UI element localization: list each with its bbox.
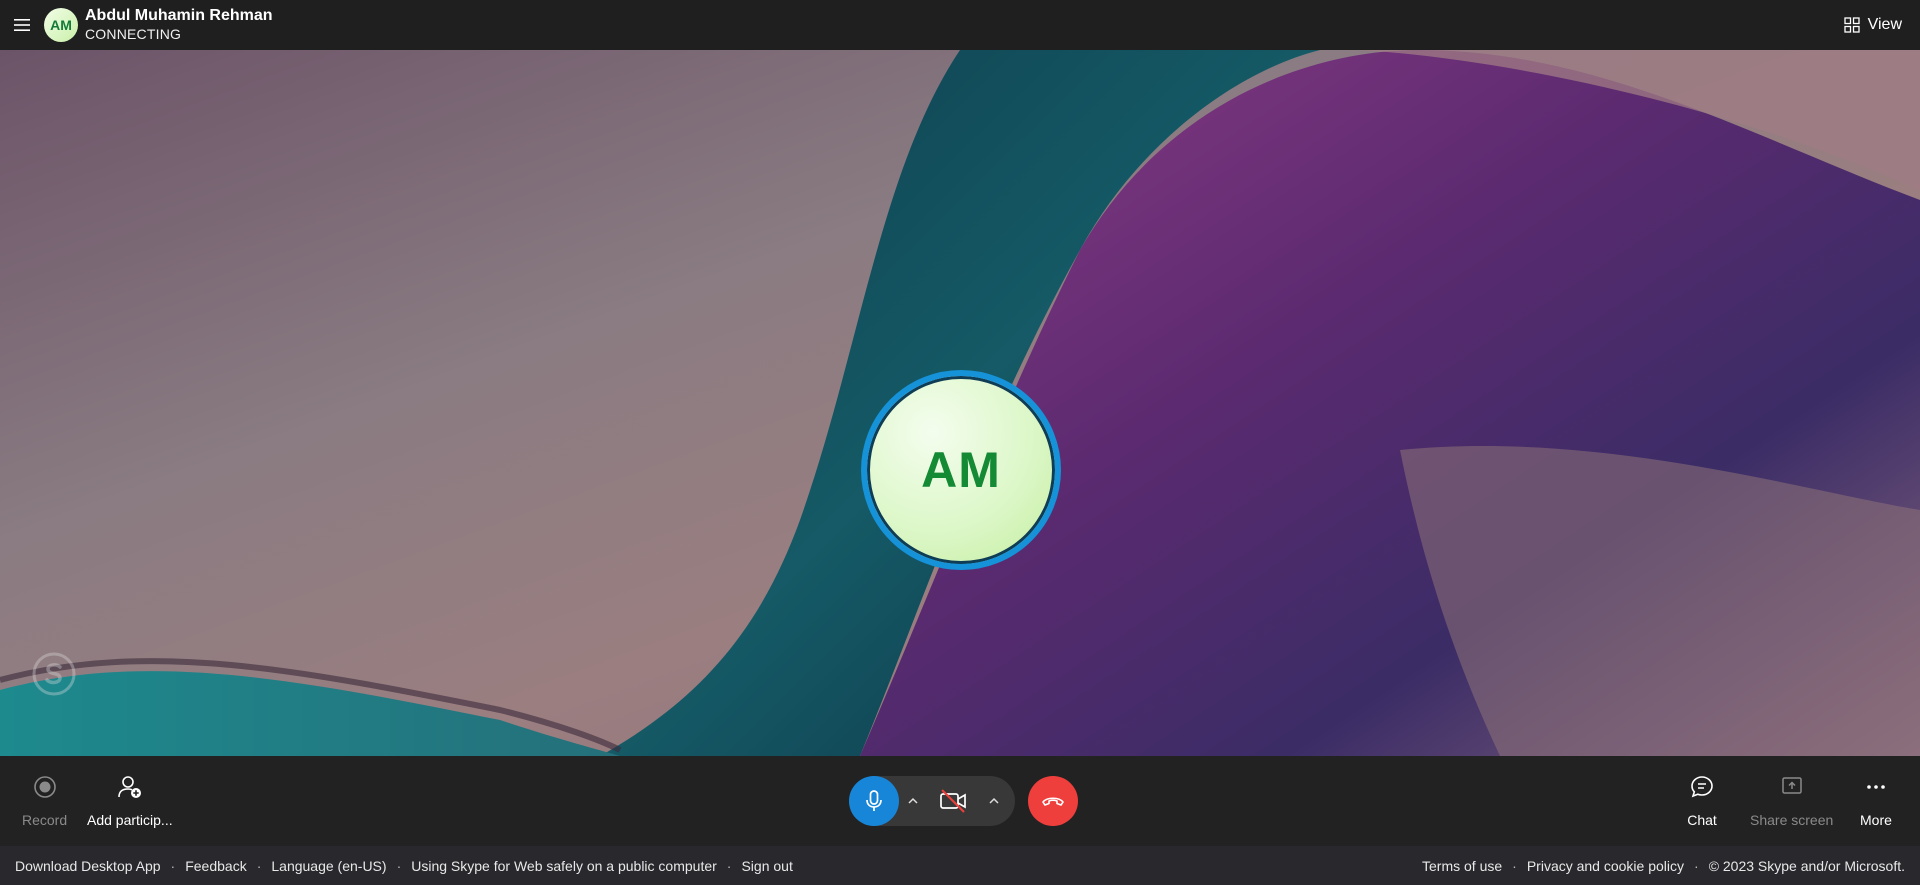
call-status: CONNECTING xyxy=(85,26,182,42)
separator: · xyxy=(726,857,732,874)
call-controls: Record Add particip... Chat Share screen… xyxy=(0,756,1920,846)
record-icon xyxy=(33,776,56,798)
separator: · xyxy=(1512,857,1517,874)
more-button[interactable]: More xyxy=(1860,772,1892,828)
add-participants-button[interactable]: Add particip... xyxy=(87,772,173,828)
microphone-icon xyxy=(866,790,882,811)
menu-button[interactable] xyxy=(0,0,44,50)
chat-icon xyxy=(1691,776,1713,798)
end-call-button[interactable] xyxy=(1028,776,1078,826)
separator: · xyxy=(396,857,402,874)
chevron-up-icon xyxy=(989,797,999,804)
microphone-button[interactable] xyxy=(849,776,899,826)
privacy-link[interactable]: Privacy and cookie policy xyxy=(1527,858,1684,874)
chevron-up-icon xyxy=(908,797,918,804)
separator: · xyxy=(256,857,262,874)
add-participants-label: Add particip... xyxy=(87,812,173,828)
video-options-button[interactable] xyxy=(982,776,1006,826)
footer-left-links: Download Desktop App · Feedback · Langua… xyxy=(15,858,793,874)
participant-initials: AM xyxy=(921,442,1001,498)
chat-label: Chat xyxy=(1687,812,1717,828)
avatar[interactable]: AM xyxy=(44,8,78,42)
separator: · xyxy=(170,857,176,874)
language-link[interactable]: Language (en-US) xyxy=(271,858,386,874)
sign-out-link[interactable]: Sign out xyxy=(741,858,792,874)
footer-right-links: Terms of use · Privacy and cookie policy… xyxy=(1422,858,1905,874)
record-button[interactable]: Record xyxy=(22,772,67,828)
share-screen-label: Share screen xyxy=(1750,812,1834,828)
terms-link[interactable]: Terms of use xyxy=(1422,858,1502,874)
copyright-text: © 2023 Skype and/or Microsoft. xyxy=(1708,857,1905,874)
view-button[interactable]: View xyxy=(1843,0,1902,50)
skype-logo-icon xyxy=(32,652,76,696)
public-computer-link[interactable]: Using Skype for Web safely on a public c… xyxy=(411,858,717,874)
feedback-link[interactable]: Feedback xyxy=(185,858,246,874)
footer: Download Desktop App · Feedback · Langua… xyxy=(0,846,1920,885)
camera-off-icon xyxy=(940,789,966,813)
caller-name: Abdul Muhamin Rehman xyxy=(85,7,273,24)
hamburger-icon xyxy=(14,19,30,31)
grid-icon xyxy=(1843,17,1860,33)
separator: · xyxy=(1694,857,1699,874)
more-label: More xyxy=(1860,812,1892,828)
add-person-icon xyxy=(117,776,141,798)
hang-up-icon xyxy=(1042,797,1064,806)
share-screen-icon xyxy=(1781,777,1802,794)
call-stage: AM xyxy=(0,50,1920,756)
camera-button[interactable] xyxy=(930,776,976,826)
caller-info: Abdul Muhamin Rehman CONNECTING xyxy=(85,7,273,43)
share-screen-button[interactable]: Share screen xyxy=(1750,772,1833,828)
more-dots-icon xyxy=(1867,785,1885,789)
view-label: View xyxy=(1867,16,1902,33)
audio-options-button[interactable] xyxy=(901,776,925,826)
download-app-link[interactable]: Download Desktop App xyxy=(15,858,161,874)
call-header: AM Abdul Muhamin Rehman CONNECTING View xyxy=(0,0,1920,50)
record-label: Record xyxy=(22,812,68,828)
chat-button[interactable]: Chat xyxy=(1687,772,1717,828)
participant-avatar: AM xyxy=(861,370,1061,570)
